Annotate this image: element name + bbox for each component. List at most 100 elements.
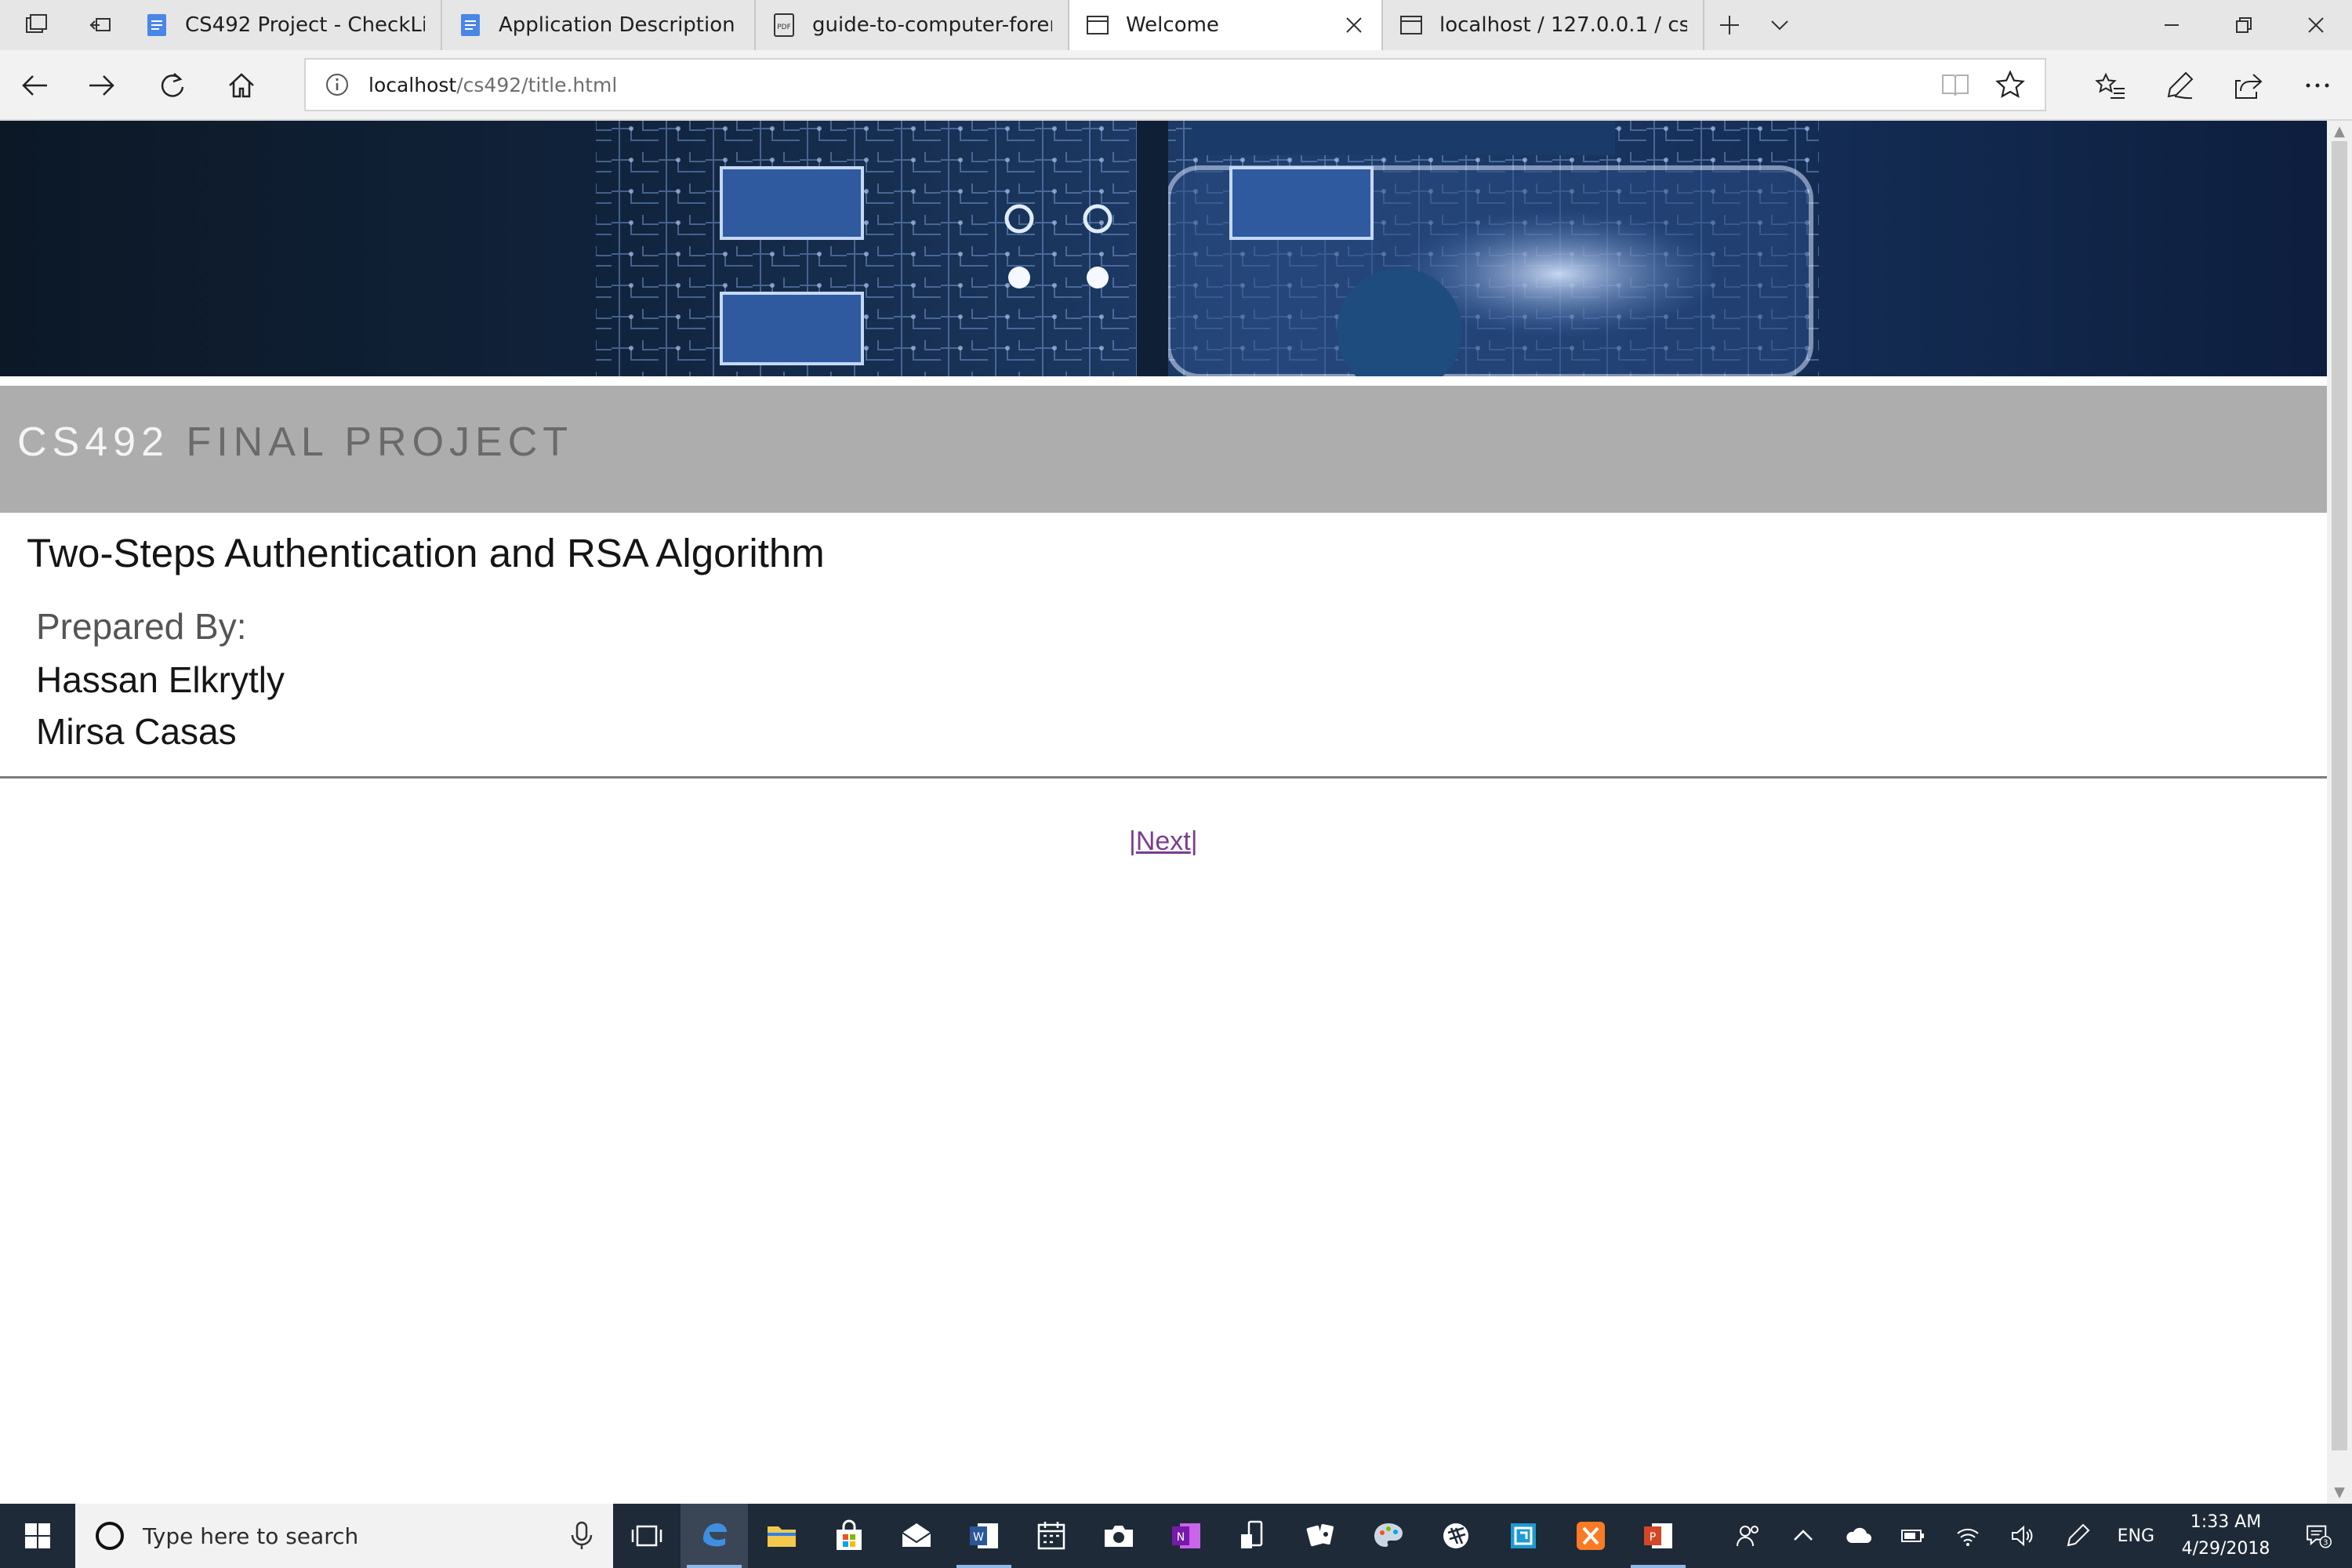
next-link[interactable]: Next xyxy=(1136,826,1191,856)
refresh-button[interactable] xyxy=(151,64,194,107)
back-button[interactable] xyxy=(13,64,56,107)
site-title-project: FINAL PROJECT xyxy=(186,419,574,465)
prepared-by-label: Prepared By: xyxy=(36,606,247,647)
taskbar-store[interactable] xyxy=(815,1504,883,1568)
tab-bar: CS492 Project - CheckList - Application … xyxy=(0,0,2352,50)
tab-checklist[interactable]: CS492 Project - CheckList - xyxy=(129,0,442,50)
taskbar-xampp[interactable] xyxy=(1557,1504,1624,1568)
url-path: /cs492/title.html xyxy=(456,73,618,96)
taskbar-solitaire[interactable] xyxy=(1287,1504,1355,1568)
site-title: CS492 FINAL PROJECT xyxy=(17,419,573,466)
web-note-button[interactable] xyxy=(2145,64,2214,107)
close-icon xyxy=(2308,17,2324,33)
taskbar-onenote[interactable]: N xyxy=(1152,1504,1220,1568)
microphone-icon[interactable] xyxy=(568,1521,596,1551)
search-placeholder: Type here to search xyxy=(143,1523,359,1549)
url-host: localhost xyxy=(368,73,457,96)
taskbar-edge[interactable] xyxy=(681,1504,748,1568)
site-title-band: CS492 FINAL PROJECT xyxy=(0,386,2327,513)
tab-phpmyadmin[interactable]: localhost / 127.0.0.1 / cs492 xyxy=(1383,0,1704,50)
address-bar[interactable]: localhost/cs492/title.html xyxy=(304,58,2046,111)
tab-preview-button[interactable] xyxy=(1755,0,1805,50)
refresh-icon xyxy=(161,73,184,97)
cloud-icon xyxy=(1846,1527,1871,1543)
app-window-icon xyxy=(1511,1523,1536,1548)
start-button[interactable] xyxy=(0,1504,75,1568)
xampp-icon xyxy=(1577,1522,1605,1550)
tray-battery[interactable] xyxy=(1886,1523,1940,1549)
taskbar-paint[interactable] xyxy=(1355,1504,1422,1568)
pen-workspace-icon xyxy=(2067,1523,2090,1547)
share-button[interactable] xyxy=(2214,64,2283,107)
set-aside-icon xyxy=(89,18,111,31)
favorite-star-icon[interactable] xyxy=(1994,69,2026,100)
taskbar-camera[interactable] xyxy=(1085,1504,1152,1568)
taskbar-file-explorer[interactable] xyxy=(748,1504,815,1568)
svg-text:N: N xyxy=(1177,1531,1185,1544)
windows-logo-icon xyxy=(25,1523,50,1548)
tray-people[interactable] xyxy=(1721,1523,1776,1549)
more-settings-button[interactable] xyxy=(2283,64,2352,107)
tab-welcome[interactable]: Welcome xyxy=(1069,0,1383,50)
cards-icon xyxy=(1306,1523,1334,1547)
taskbar-clock[interactable]: 1:33 AM 4/29/2018 xyxy=(2167,1509,2285,1563)
new-tab-button[interactable] xyxy=(1704,0,1755,50)
tray-network[interactable] xyxy=(1940,1523,1995,1549)
back-arrow-icon xyxy=(22,75,47,96)
reading-view-icon[interactable] xyxy=(1940,69,1971,100)
share-icon xyxy=(2235,74,2263,99)
google-docs-icon xyxy=(147,14,166,36)
taskbar-slack[interactable] xyxy=(1422,1504,1490,1568)
close-window-button[interactable] xyxy=(2280,0,2352,50)
page-viewport: CS492 FINAL PROJECT Two-Steps Authentica… xyxy=(0,121,2327,1504)
tab-title: CS492 Project - CheckList - xyxy=(185,13,425,37)
clock-date: 4/29/2018 xyxy=(2181,1539,2270,1559)
scroll-up-arrow-icon[interactable]: ▲ xyxy=(2332,124,2347,140)
svg-text:W: W xyxy=(973,1531,984,1544)
tab-title: localhost / 127.0.0.1 / cs492 xyxy=(1439,13,1687,37)
favorites-hub-button[interactable] xyxy=(2076,64,2145,107)
forward-button[interactable] xyxy=(80,64,124,107)
taskbar-word[interactable]: W xyxy=(950,1504,1018,1568)
taskbar-phone-companion[interactable] xyxy=(1220,1504,1287,1568)
tab-forensic-guide[interactable]: PDF guide-to-computer-forensic xyxy=(756,0,1069,50)
page-icon xyxy=(1400,16,1422,34)
minimize-button[interactable] xyxy=(2136,0,2208,50)
phone-icon xyxy=(1241,1520,1263,1548)
action-center-button[interactable]: 3 xyxy=(2285,1523,2352,1549)
tab-application-description[interactable]: Application Description - Go xyxy=(442,0,756,50)
restore-icon xyxy=(2236,17,2252,33)
restore-button[interactable] xyxy=(2208,0,2280,50)
speaker-icon xyxy=(2011,1525,2032,1547)
scroll-thumb[interactable] xyxy=(2332,141,2347,1450)
tray-pen[interactable] xyxy=(2050,1523,2105,1549)
notification-count: 3 xyxy=(2323,1539,2328,1548)
input-language[interactable]: ENG xyxy=(2105,1526,2167,1546)
wifi-icon xyxy=(1956,1528,1979,1546)
taskbar-app-blue[interactable] xyxy=(1490,1504,1557,1568)
site-info-icon[interactable] xyxy=(325,72,350,97)
author-name: Hassan Elkrytly xyxy=(36,659,285,700)
calendar-icon xyxy=(1037,1522,1065,1550)
home-button[interactable] xyxy=(220,64,263,107)
set-tabs-aside-button[interactable] xyxy=(72,0,129,50)
taskbar-calendar[interactable] xyxy=(1018,1504,1085,1568)
taskbar: Type here to search W N P ENG 1:33 AM 4/… xyxy=(0,1504,2352,1568)
close-tab-icon[interactable] xyxy=(1342,13,1366,37)
task-view-icon xyxy=(631,1525,662,1547)
vertical-scrollbar[interactable]: ▲ ▼ xyxy=(2327,121,2352,1504)
circuit-lock-illustration xyxy=(0,121,2327,376)
cortana-icon xyxy=(96,1522,124,1550)
taskbar-mail[interactable] xyxy=(883,1504,950,1568)
scroll-down-arrow-icon[interactable]: ▼ xyxy=(2332,1485,2347,1501)
system-tray: ENG 1:33 AM 4/29/2018 3 xyxy=(1721,1504,2352,1568)
project-heading: Two-Steps Authentication and RSA Algorit… xyxy=(27,531,825,575)
taskbar-search-box[interactable]: Type here to search xyxy=(75,1504,613,1568)
taskbar-powerpoint[interactable]: P xyxy=(1624,1504,1692,1568)
tab-manager-button[interactable] xyxy=(0,0,72,50)
tray-show-hidden[interactable] xyxy=(1776,1523,1831,1549)
tray-volume[interactable] xyxy=(1995,1523,2050,1549)
slack-icon xyxy=(1443,1523,1468,1548)
task-view-button[interactable] xyxy=(613,1504,681,1568)
tray-onedrive[interactable] xyxy=(1831,1523,1886,1549)
